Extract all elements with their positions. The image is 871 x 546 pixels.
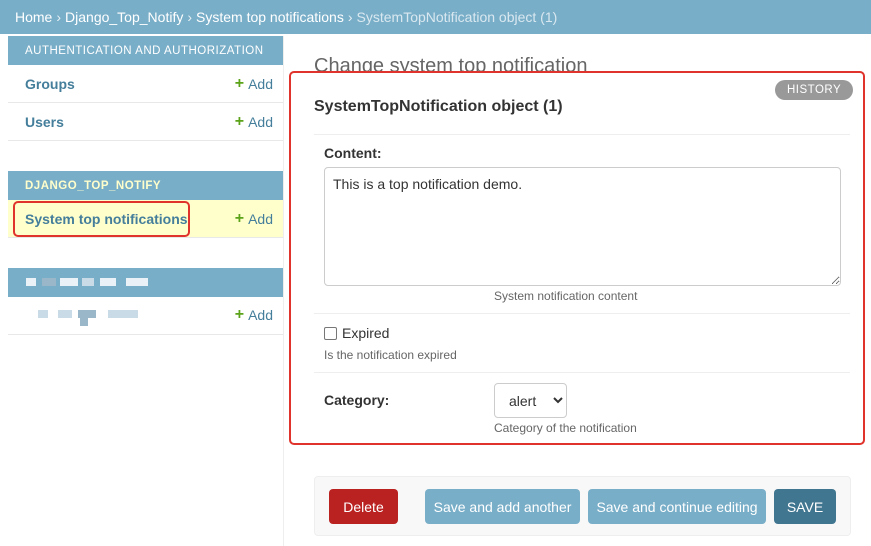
breadcrumb-separator: › bbox=[347, 9, 353, 25]
redaction-block bbox=[100, 278, 116, 286]
redaction-block bbox=[42, 278, 56, 286]
sidebar-item-users-link[interactable]: Users bbox=[25, 114, 64, 130]
highlight-box-sidebar bbox=[13, 201, 190, 237]
sidebar-item-users: Users + Add bbox=[8, 103, 283, 141]
sidebar-item-groups: Groups + Add bbox=[8, 65, 283, 103]
redaction-block bbox=[78, 310, 96, 318]
field-divider bbox=[314, 372, 850, 373]
add-label: Add bbox=[248, 113, 273, 130]
redaction-block bbox=[82, 278, 94, 286]
save-button[interactable]: SAVE bbox=[774, 489, 836, 524]
sidebar-item-groups-link[interactable]: Groups bbox=[25, 76, 75, 92]
redaction-block bbox=[126, 278, 148, 286]
redaction-block bbox=[80, 318, 88, 326]
history-button[interactable]: HISTORY bbox=[775, 80, 854, 100]
plus-icon: + bbox=[234, 306, 245, 323]
breadcrumb: Home › Django_Top_Notify › System top no… bbox=[0, 0, 871, 34]
add-label: Add bbox=[248, 307, 273, 323]
add-groups-link[interactable]: + Add bbox=[234, 74, 273, 92]
category-label: Category: bbox=[324, 392, 390, 408]
breadcrumb-separator: › bbox=[187, 9, 192, 25]
expired-label[interactable]: Expired bbox=[342, 325, 389, 341]
breadcrumb-app-link[interactable]: Django_Top_Notify bbox=[65, 9, 183, 25]
plus-icon: + bbox=[234, 112, 245, 130]
expired-checkbox[interactable] bbox=[324, 327, 337, 340]
content-help-text: System notification content bbox=[494, 289, 638, 303]
add-label: Add bbox=[248, 75, 273, 92]
field-divider bbox=[314, 134, 850, 135]
add-label: Add bbox=[248, 210, 273, 227]
content-label: Content: bbox=[324, 145, 382, 161]
category-help-text: Category of the notification bbox=[494, 421, 637, 435]
breadcrumb-separator: › bbox=[56, 9, 62, 25]
redaction-block bbox=[58, 310, 72, 318]
save-add-another-button[interactable]: Save and add another bbox=[425, 489, 580, 524]
add-redacted-link[interactable]: + Add bbox=[234, 306, 273, 324]
redaction-block bbox=[60, 278, 78, 286]
sidebar-nav: AUTHENTICATION AND AUTHORIZATION Groups … bbox=[8, 36, 284, 546]
content-textarea[interactable]: This is a top notification demo. bbox=[324, 167, 841, 286]
field-divider bbox=[314, 313, 850, 314]
breadcrumb-home-link[interactable]: Home bbox=[15, 9, 52, 25]
plus-icon: + bbox=[234, 74, 245, 92]
delete-button[interactable]: Delete bbox=[329, 489, 398, 524]
breadcrumb-model-link[interactable]: System top notifications bbox=[196, 9, 344, 25]
redaction-block bbox=[108, 310, 138, 318]
module-caption-redacted[interactable] bbox=[8, 268, 283, 297]
sidebar-item-redacted: + Add bbox=[8, 297, 283, 335]
add-system-top-notifications-link[interactable]: + Add bbox=[234, 209, 273, 227]
object-title: SystemTopNotification object (1) bbox=[314, 98, 563, 115]
redaction-block bbox=[26, 278, 36, 286]
redaction-block bbox=[38, 310, 48, 318]
breadcrumb-current: SystemTopNotification object (1) bbox=[356, 9, 558, 25]
plus-icon: + bbox=[234, 209, 245, 227]
add-users-link[interactable]: + Add bbox=[234, 112, 273, 130]
module-caption-auth[interactable]: AUTHENTICATION AND AUTHORIZATION bbox=[8, 36, 283, 65]
module-caption-django-top-notify[interactable]: DJANGO_TOP_NOTIFY bbox=[8, 171, 283, 200]
category-select[interactable]: alert bbox=[494, 383, 567, 418]
expired-help-text: Is the notification expired bbox=[324, 348, 457, 362]
save-continue-button[interactable]: Save and continue editing bbox=[588, 489, 766, 524]
